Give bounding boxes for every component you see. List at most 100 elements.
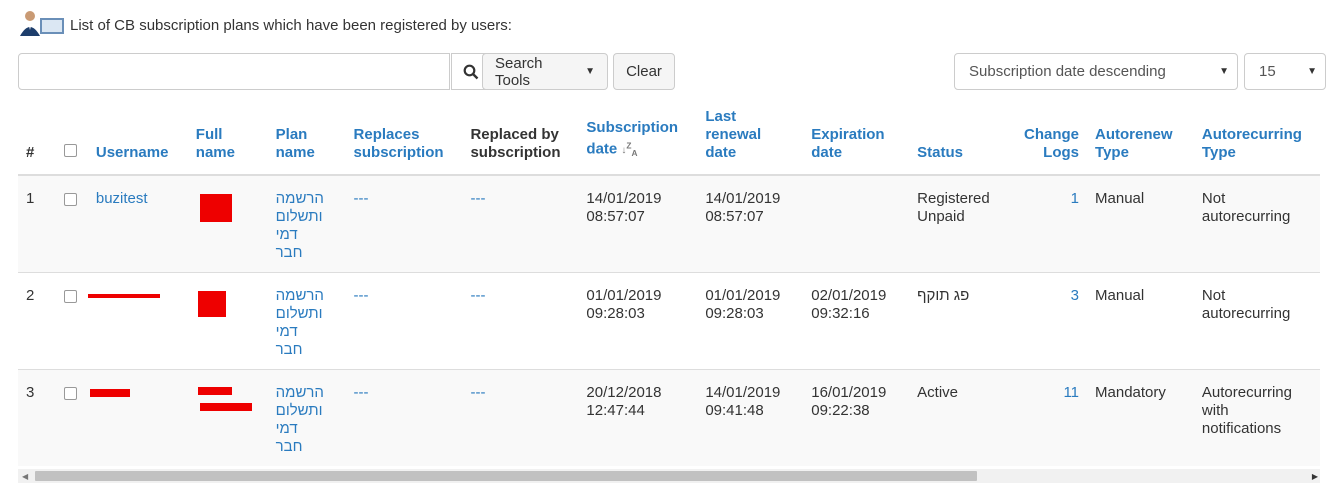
col-full-name[interactable]: Full name — [187, 108, 268, 176]
plan-name-cell: הרשמה ותשלום דמי חבר — [267, 368, 346, 466]
chevron-down-icon: ▼ — [1219, 66, 1229, 77]
time-text: 08:57:07 — [586, 208, 645, 225]
col-subscription-date[interactable]: Subscription date ↓ZA — [578, 108, 698, 176]
list-limit-select[interactable]: 15 ▼ — [1244, 53, 1326, 90]
change-logs-link[interactable]: 11 — [1063, 384, 1079, 401]
users-icon — [18, 10, 64, 36]
last-renewal-cell: 14/01/2019 09:41:48 — [697, 368, 804, 466]
username-cell — [87, 271, 188, 369]
col-username-label: Username — [95, 144, 169, 161]
replaced-by-link[interactable]: --- — [470, 190, 485, 207]
col-autorecurring[interactable]: Autorecurring Type — [1193, 108, 1320, 176]
autorecurring-text: autorecurring — [1201, 304, 1291, 322]
col-label-line: subscription — [470, 144, 561, 161]
row-checkbox[interactable] — [63, 289, 77, 303]
replaced-by-cell: --- — [462, 368, 579, 466]
col-select-all — [55, 108, 88, 176]
row-number: 1 — [18, 174, 56, 272]
scroll-right-icon[interactable]: ▶ — [1312, 472, 1318, 481]
plan-link[interactable]: הרשמה ותשלום דמי חבר — [276, 384, 338, 456]
ordering-select[interactable]: Subscription date descending ▼ — [954, 53, 1238, 90]
col-username[interactable]: Username — [87, 108, 188, 176]
autorenew-cell: Manual — [1087, 271, 1194, 369]
status-cell: פג תוקף — [909, 271, 1010, 369]
status-text: Active — [917, 383, 958, 401]
replaced-by-cell: --- — [462, 271, 579, 369]
date-text: 01/01/2019 — [586, 286, 662, 304]
page-description: List of CB subscription plans which have… — [70, 17, 512, 34]
autorecurring-cell: Not autorecurring — [1193, 174, 1320, 272]
chevron-down-icon: ▼ — [1307, 66, 1317, 77]
col-last-renewal[interactable]: Last renewal date — [697, 108, 804, 176]
date-text: 14/01/2019 — [705, 383, 781, 401]
change-logs-cell: 3 — [1009, 271, 1088, 369]
autorecurring-text: Not — [1201, 190, 1226, 207]
search-tools-button[interactable]: Search Tools ▼ — [482, 53, 608, 90]
col-label-line: Autorecurring — [1201, 126, 1302, 143]
col-expiration[interactable]: Expiration date — [803, 108, 910, 176]
select-all-checkbox[interactable] — [63, 144, 77, 157]
clear-button[interactable]: Clear — [613, 53, 675, 90]
plan-link[interactable]: הרשמה ותשלום דמי חבר — [276, 190, 338, 262]
col-autorenew[interactable]: Autorenew Type — [1087, 108, 1194, 176]
scrollbar-thumb[interactable] — [35, 471, 977, 481]
plan-name-line: הרשמה — [275, 190, 324, 207]
row-checkbox[interactable] — [63, 193, 77, 206]
col-replaces[interactable]: Replaces subscription — [345, 108, 463, 176]
redaction-mark — [199, 402, 252, 411]
status-text: Unpaid — [917, 208, 965, 225]
replaces-link[interactable]: --- — [354, 384, 369, 401]
row-checkbox[interactable] — [63, 386, 77, 400]
autorenew-cell: Mandatory — [1087, 368, 1194, 466]
plan-name-line: ותשלום — [275, 208, 323, 225]
col-label-line: renewal — [705, 126, 762, 143]
redaction-mark — [89, 388, 130, 397]
col-label-line: Type — [1095, 144, 1129, 161]
col-label-line: subscription — [353, 144, 444, 161]
horizontal-scrollbar[interactable]: ◀ ▶ — [18, 469, 1320, 483]
time-text: 09:28:03 — [586, 304, 645, 322]
plan-name-cell: הרשמה ותשלום דמי חבר — [267, 271, 346, 369]
status-text: Registered — [917, 190, 990, 207]
col-label-line: name — [195, 144, 235, 161]
col-status[interactable]: Status — [909, 108, 1010, 176]
replaces-link[interactable]: --- — [354, 287, 369, 304]
change-logs-link[interactable]: 3 — [1071, 287, 1079, 304]
row-select — [55, 368, 88, 466]
col-label-line: Logs — [1043, 144, 1080, 161]
username-cell: buzitest — [87, 174, 188, 272]
status-cell: Registered Unpaid — [909, 174, 1010, 272]
replaced-by-link[interactable]: --- — [470, 287, 485, 304]
change-logs-link[interactable]: 1 — [1071, 190, 1079, 207]
col-label-line: Subscription — [586, 118, 679, 136]
col-plan-name[interactable]: Plan name — [267, 108, 346, 176]
autorecurring-text: with — [1201, 401, 1229, 419]
col-label-line: Last — [705, 108, 737, 125]
redaction-mark — [197, 290, 226, 317]
time-text: 08:57:07 — [705, 208, 764, 225]
time-text: 09:22:38 — [811, 401, 870, 419]
replaces-link[interactable]: --- — [354, 190, 369, 207]
col-label-line: date — [705, 144, 737, 161]
search-icon — [463, 64, 479, 79]
caret-down-icon: ▼ — [585, 66, 595, 77]
scroll-left-icon[interactable]: ◀ — [22, 472, 28, 481]
col-change-logs[interactable]: Change Logs — [1009, 108, 1088, 176]
col-status-label: Status — [917, 144, 963, 161]
autorecurring-cell: Not autorecurring — [1193, 271, 1320, 369]
subscriptions-table: # Username Full name Plan name Replaces sub… — [18, 108, 1320, 466]
plan-name-line: דמי — [275, 226, 298, 243]
plan-link[interactable]: הרשמה ותשלום דמי חבר — [276, 287, 338, 359]
username-link[interactable]: buzitest — [96, 190, 148, 207]
date-text: 20/12/2018 — [586, 383, 662, 401]
plan-name-line: חבר — [275, 244, 303, 261]
expiration-cell: 16/01/2019 09:22:38 — [803, 368, 910, 466]
replaced-by-link[interactable]: --- — [470, 384, 485, 401]
table-row: 1 buzitest הרשמה ותשלום דמי חבר --- --- 14/… — [18, 174, 1320, 272]
redaction-mark — [199, 194, 232, 222]
col-label-line: name — [275, 144, 315, 161]
table-header-row: # Username Full name Plan name Replaces sub… — [18, 108, 1320, 176]
status-text: פג תוקף — [917, 286, 970, 304]
subscription-date-cell: 20/12/2018 12:47:44 — [578, 368, 698, 466]
search-input[interactable] — [18, 53, 450, 90]
